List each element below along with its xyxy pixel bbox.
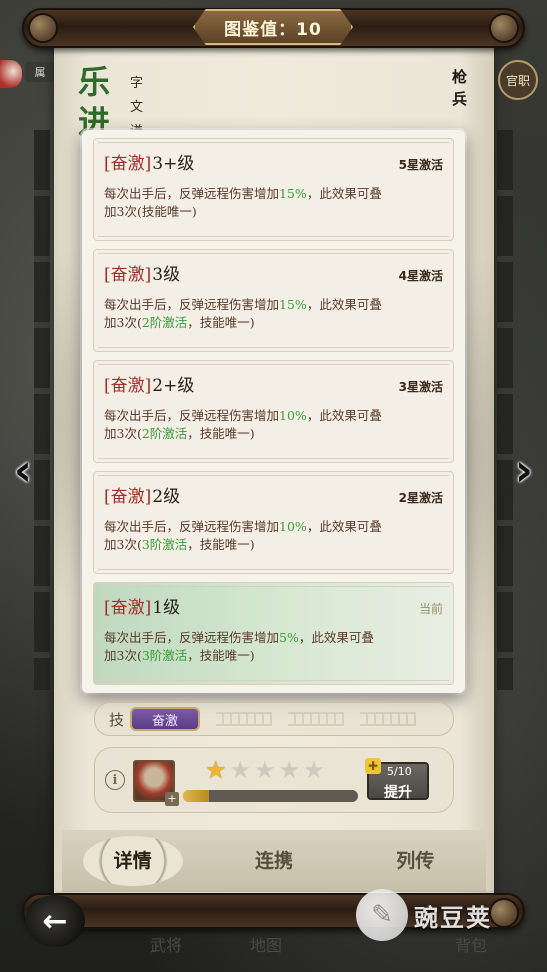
tab-bonds[interactable]: 连携 xyxy=(224,836,324,886)
side-avatar[interactable] xyxy=(0,60,22,88)
current-status: 当前 xyxy=(418,602,443,616)
activation-status: 3星激活 xyxy=(398,380,443,394)
skill-chip-button[interactable]: 奋激 xyxy=(130,707,201,731)
skill-tag: [奋激] xyxy=(104,487,152,507)
empty-skill-slot[interactable] xyxy=(216,712,273,726)
activation-status: 5星激活 xyxy=(398,158,443,172)
skill-description: 每次出手后，反弹远程伤害增加10%，此效果可叠 加3次(2阶激活，技能唯一) xyxy=(104,408,382,441)
add-icon[interactable]: + xyxy=(165,792,179,806)
puzzle-piece-icon: ✚ xyxy=(365,758,381,774)
star-rating: ★ ★ ★ ★ ★ xyxy=(205,756,325,784)
upgrade-label: 提升 xyxy=(384,785,412,801)
skill-level-card: [奋激] 3+级 5星激活 每次出手后，反弹远程伤害增加15%，此效果可叠 加3… xyxy=(93,138,454,241)
activation-status: 4星激活 xyxy=(398,269,443,283)
prev-character-arrow-icon[interactable]: ‹ xyxy=(2,440,44,500)
skill-description: 每次出手后，反弹远程伤害增加10%，此效果可叠 加3次(3阶激活，技能唯一) xyxy=(104,519,382,552)
unit-type-label: 枪兵 xyxy=(452,68,468,108)
bottom-nav-map[interactable]: 地图 xyxy=(250,932,282,956)
shard-count: 5/10 xyxy=(387,765,412,778)
collection-value-title: 图鉴值：10 xyxy=(193,9,353,45)
empty-skill-slot[interactable] xyxy=(360,712,417,726)
skill-level-card-current: [奋激] 1级 当前 每次出手后，反弹远程伤害增加5%，此效果可叠 加3次(3阶… xyxy=(93,582,454,685)
right-backdrop-strip xyxy=(497,130,513,690)
skill-level-card: [奋激] 3级 4星激活 每次出手后，反弹远程伤害增加15%，此效果可叠 加3次… xyxy=(93,249,454,352)
star-icon: ★ xyxy=(205,756,227,784)
skill-description: 每次出手后，反弹远程伤害增加5%，此效果可叠 加3次(3阶激活，技能唯一) xyxy=(104,630,374,663)
skill-level: 2+级 xyxy=(152,376,195,396)
star-icon: ★ xyxy=(229,756,252,784)
left-backdrop-strip xyxy=(34,130,50,690)
skill-tag: [奋激] xyxy=(104,265,152,285)
star-icon: ★ xyxy=(278,756,301,784)
watermark-text: 豌豆荚 xyxy=(414,903,492,932)
skill-description: 每次出手后，反弹远程伤害增加15%，此效果可叠 加3次(2阶激活，技能唯一) xyxy=(104,297,382,330)
rank-seal-button[interactable]: 官职 xyxy=(498,60,538,100)
skill-row: 技 奋激 xyxy=(94,702,454,736)
skill-level: 1级 xyxy=(152,598,181,618)
detail-tab-bar: 详情 连携 列传 xyxy=(62,830,486,892)
rod-cap-right xyxy=(489,13,519,43)
skill-level-card: [奋激] 2级 2星激活 每次出手后，反弹远程伤害增加10%，此效果可叠 加3次… xyxy=(93,471,454,574)
skill-level-popup: [奋激] 3+级 5星激活 每次出手后，反弹远程伤害增加15%，此效果可叠 加3… xyxy=(82,130,465,693)
shard-progress-bar xyxy=(183,790,358,802)
side-tag: 属 xyxy=(25,62,55,82)
back-arrow-button[interactable]: ← xyxy=(25,895,85,947)
star-icon: ★ xyxy=(303,756,325,784)
skill-level: 3级 xyxy=(152,265,181,285)
watermark: ✎ 豌豆荚 xyxy=(356,885,526,945)
rod-cap-left xyxy=(28,13,58,43)
skill-level-card: [奋激] 2+级 3星激活 每次出手后，反弹远程伤害增加10%，此效果可叠 加3… xyxy=(93,360,454,463)
skill-level: 3+级 xyxy=(152,154,195,174)
star-upgrade-row: i + ★ ★ ★ ★ ★ ✚ 5/10 提升 xyxy=(94,747,454,813)
upgrade-button[interactable]: ✚ 5/10 提升 xyxy=(365,758,429,801)
activation-status: 2星激活 xyxy=(398,491,443,505)
bottom-nav-generals[interactable]: 武将 xyxy=(150,932,182,956)
star-icon: ★ xyxy=(254,756,276,784)
shard-progress-fill xyxy=(183,790,210,802)
tab-biography[interactable]: 列传 xyxy=(365,836,465,886)
skill-tag: [奋激] xyxy=(104,376,152,396)
info-icon[interactable]: i xyxy=(105,770,125,790)
skill-tag: [奋激] xyxy=(104,598,152,618)
tab-details[interactable]: 详情 xyxy=(82,836,183,886)
next-character-arrow-icon[interactable]: › xyxy=(503,440,545,500)
skill-description: 每次出手后，反弹远程伤害增加15%，此效果可叠 加3次(技能唯一) xyxy=(104,186,382,219)
skill-level: 2级 xyxy=(152,487,181,507)
watermark-logo-icon: ✎ xyxy=(356,889,408,941)
skill-tag: [奋激] xyxy=(104,154,152,174)
empty-skill-slot[interactable] xyxy=(288,712,345,726)
skill-row-label: 技 xyxy=(109,710,125,729)
